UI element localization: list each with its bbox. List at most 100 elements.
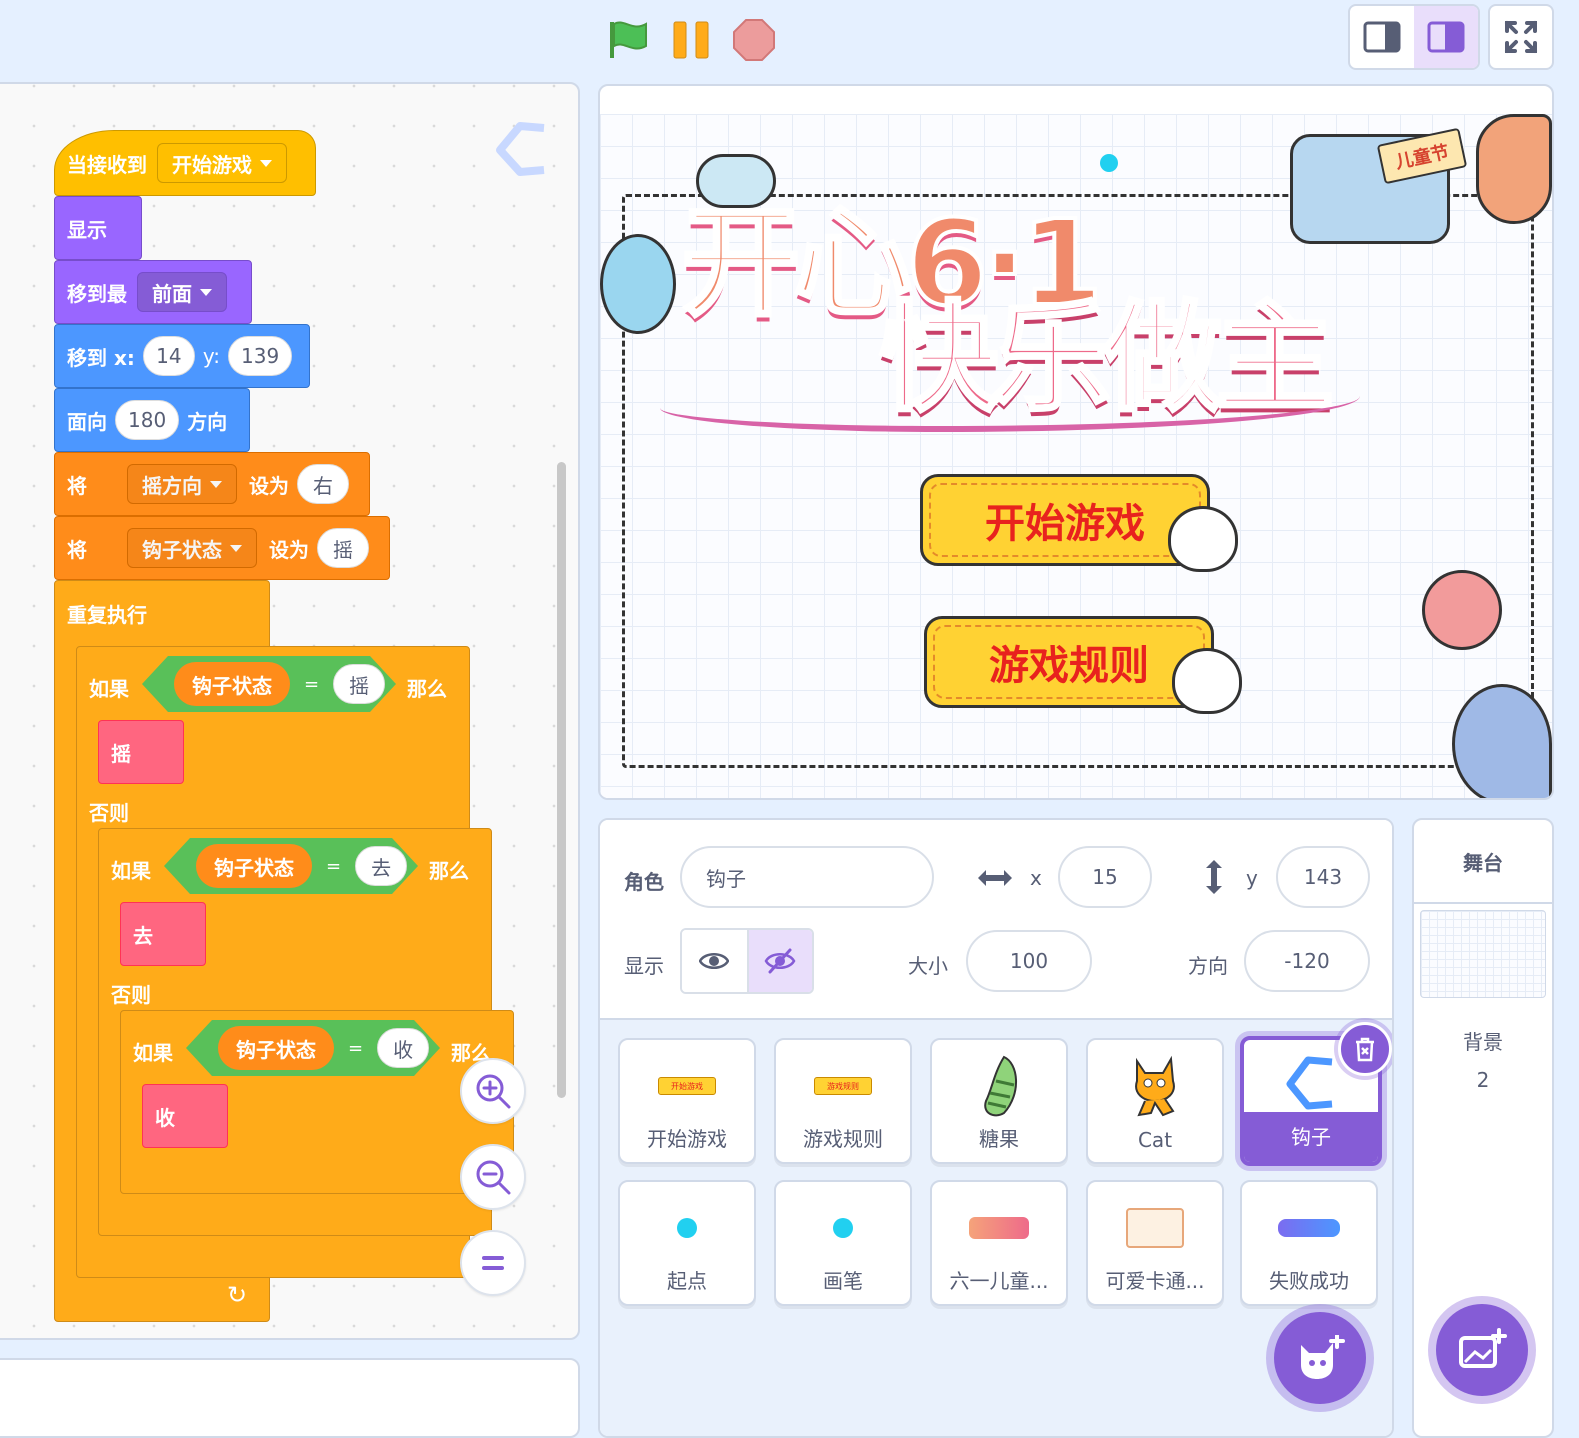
equals-operator[interactable]: 钩子状态 = 摇 bbox=[142, 656, 396, 712]
start-game-label: 开始游戏 bbox=[985, 501, 1145, 547]
stop-icon[interactable] bbox=[732, 18, 776, 62]
block-label: 移到最 bbox=[67, 281, 127, 306]
normal-stage-button[interactable] bbox=[1414, 6, 1478, 68]
stage[interactable]: 开心6·1 快乐做主 儿童节 开始游戏 游戏规则 bbox=[598, 84, 1554, 800]
game-rules-label: 游戏规则 bbox=[989, 643, 1149, 689]
sprite-name: 六一儿童... bbox=[949, 1269, 1049, 1293]
sprite-label: 角色 bbox=[624, 870, 664, 894]
sprite-name: 钩子 bbox=[1244, 1112, 1378, 1162]
sprite-name-input[interactable]: 钩子 bbox=[680, 846, 934, 908]
custom-block[interactable]: 收 bbox=[142, 1084, 228, 1148]
set-variable-block[interactable]: 将 钩子状态 设为 摇 bbox=[54, 516, 390, 580]
value-input[interactable]: 摇 bbox=[333, 664, 385, 704]
layer-dropdown[interactable]: 前面 bbox=[137, 272, 227, 312]
set-variable-block[interactable]: 将 摇方向 设为 右 bbox=[54, 452, 370, 516]
sprite-list: 开始游戏 开始游戏 游戏规则 游戏规则 糖果 Cat 钩子 起点 画笔 六一儿童… bbox=[600, 1020, 1392, 1436]
sprite-thumbnail bbox=[932, 1188, 1066, 1268]
x-input[interactable]: 15 bbox=[1058, 846, 1152, 908]
pause-icon[interactable] bbox=[670, 18, 714, 62]
message-dropdown[interactable]: 开始游戏 bbox=[157, 143, 287, 183]
green-flag-icon[interactable] bbox=[606, 18, 650, 62]
sprite-tile[interactable]: 糖果 bbox=[930, 1038, 1068, 1164]
dropdown-value: 开始游戏 bbox=[172, 152, 252, 177]
y-input[interactable]: 139 bbox=[228, 336, 293, 376]
add-backdrop-button[interactable] bbox=[1436, 1304, 1528, 1396]
title-art-thumbnail bbox=[969, 1217, 1029, 1239]
backdrop-add-icon bbox=[1459, 1328, 1507, 1368]
direction-input[interactable]: 180 bbox=[115, 400, 180, 440]
value-input[interactable]: 收 bbox=[377, 1028, 429, 1068]
cat-add-icon bbox=[1301, 1335, 1345, 1379]
y-input[interactable]: 143 bbox=[1276, 846, 1370, 908]
sprite-tile[interactable]: 可爱卡通... bbox=[1086, 1180, 1224, 1306]
sprite-tile[interactable]: 起点 bbox=[618, 1180, 756, 1306]
show-block[interactable]: 显示 bbox=[54, 196, 142, 260]
direction-value: -120 bbox=[1284, 949, 1330, 973]
show-sprite-button[interactable] bbox=[682, 930, 747, 992]
value-input[interactable]: 右 bbox=[297, 464, 349, 504]
custom-block[interactable]: 去 bbox=[120, 902, 206, 966]
sprite-properties: 角色 钩子 x 15 y 143 显示 大小 100 方向 -120 bbox=[600, 820, 1392, 1020]
backdrops-label: 背景 bbox=[1463, 1030, 1503, 1054]
game-rules-sprite[interactable]: 游戏规则 bbox=[924, 616, 1214, 708]
sprite-name: 失败成功 bbox=[1269, 1269, 1349, 1293]
when-i-receive-block[interactable]: 当接收到 开始游戏 bbox=[54, 130, 316, 196]
block-label: 去 bbox=[133, 923, 153, 948]
sprite-thumbnail bbox=[620, 1188, 754, 1268]
x-input[interactable]: 14 bbox=[142, 336, 195, 376]
sprite-name: 起点 bbox=[667, 1269, 707, 1293]
value-input[interactable]: 去 bbox=[355, 846, 407, 886]
equals-operator[interactable]: 钩子状态 = 收 bbox=[186, 1020, 440, 1076]
zoom-in-button[interactable] bbox=[460, 1058, 526, 1124]
backdrop-thumbnail bbox=[1420, 910, 1546, 998]
variable-reporter[interactable]: 钩子状态 bbox=[174, 662, 290, 706]
fullscreen-button[interactable] bbox=[1488, 4, 1554, 70]
stage-size-toggle bbox=[1348, 4, 1480, 70]
sprite-tile[interactable]: 失败成功 bbox=[1240, 1180, 1378, 1306]
small-stage-button[interactable] bbox=[1350, 6, 1414, 68]
sprite-info-pane: 角色 钩子 x 15 y 143 显示 大小 100 方向 -120 开始游戏 … bbox=[598, 818, 1394, 1438]
variable-reporter[interactable]: 钩子状态 bbox=[218, 1026, 334, 1070]
sprite-name: 游戏规则 bbox=[803, 1127, 883, 1151]
go-to-xy-block[interactable]: 移到 x: 14 y: 139 bbox=[54, 324, 310, 388]
block-label: 那么 bbox=[429, 859, 469, 883]
code-workspace[interactable]: 当接收到 开始游戏 显示 移到最 前面 移到 x: 14 y: 139 面向 1… bbox=[0, 82, 580, 1340]
variable-dropdown[interactable]: 摇方向 bbox=[127, 464, 237, 504]
direction-input[interactable]: -120 bbox=[1244, 930, 1370, 992]
delete-sprite-button[interactable] bbox=[1338, 1022, 1392, 1076]
start-game-sprite[interactable]: 开始游戏 bbox=[920, 474, 1210, 566]
add-sprite-button[interactable] bbox=[1274, 1312, 1366, 1404]
dropdown-value: 摇方向 bbox=[142, 473, 202, 498]
block-label: 如果 bbox=[111, 859, 151, 883]
point-in-direction-block[interactable]: 面向 180 方向 bbox=[54, 388, 250, 452]
equals-operator[interactable]: 钩子状态 = 去 bbox=[164, 838, 418, 894]
show-label: 显示 bbox=[624, 954, 664, 978]
hide-sprite-button[interactable] bbox=[746, 930, 812, 992]
sprite-tile[interactable]: 开始游戏 开始游戏 bbox=[618, 1038, 756, 1164]
chevron-down-icon bbox=[260, 159, 272, 167]
variable-dropdown[interactable]: 钩子状态 bbox=[127, 528, 257, 568]
vertical-scrollbar[interactable] bbox=[557, 462, 566, 1098]
variable-reporter[interactable]: 钩子状态 bbox=[196, 844, 312, 888]
sprite-tile[interactable]: Cat bbox=[1086, 1038, 1224, 1164]
size-label: 大小 bbox=[908, 954, 948, 978]
go-to-front-block[interactable]: 移到最 前面 bbox=[54, 260, 252, 324]
sprite-thumbnail: 游戏规则 bbox=[776, 1046, 910, 1126]
sprite-tile[interactable]: 画笔 bbox=[774, 1180, 912, 1306]
dropdown-value: 钩子状态 bbox=[142, 537, 222, 562]
button-thumbnail: 游戏规则 bbox=[814, 1077, 872, 1095]
size-input[interactable]: 100 bbox=[966, 930, 1092, 992]
custom-block[interactable]: 摇 bbox=[98, 720, 184, 784]
block-label: y: bbox=[202, 344, 220, 368]
sprite-tile[interactable]: 游戏规则 游戏规则 bbox=[774, 1038, 912, 1164]
candy-icon bbox=[984, 1055, 1018, 1117]
operator-symbol: = bbox=[348, 1037, 364, 1059]
y-label: y bbox=[1246, 866, 1258, 890]
sprite-tile[interactable]: 六一儿童... bbox=[930, 1180, 1068, 1306]
zoom-out-button[interactable] bbox=[460, 1144, 526, 1210]
value-input[interactable]: 摇 bbox=[317, 528, 369, 568]
stage-canvas[interactable]: 开心6·1 快乐做主 儿童节 开始游戏 游戏规则 bbox=[600, 114, 1552, 798]
duck-decoration bbox=[1168, 506, 1238, 572]
zoom-reset-button[interactable] bbox=[460, 1230, 526, 1296]
operator-symbol: = bbox=[326, 855, 342, 877]
